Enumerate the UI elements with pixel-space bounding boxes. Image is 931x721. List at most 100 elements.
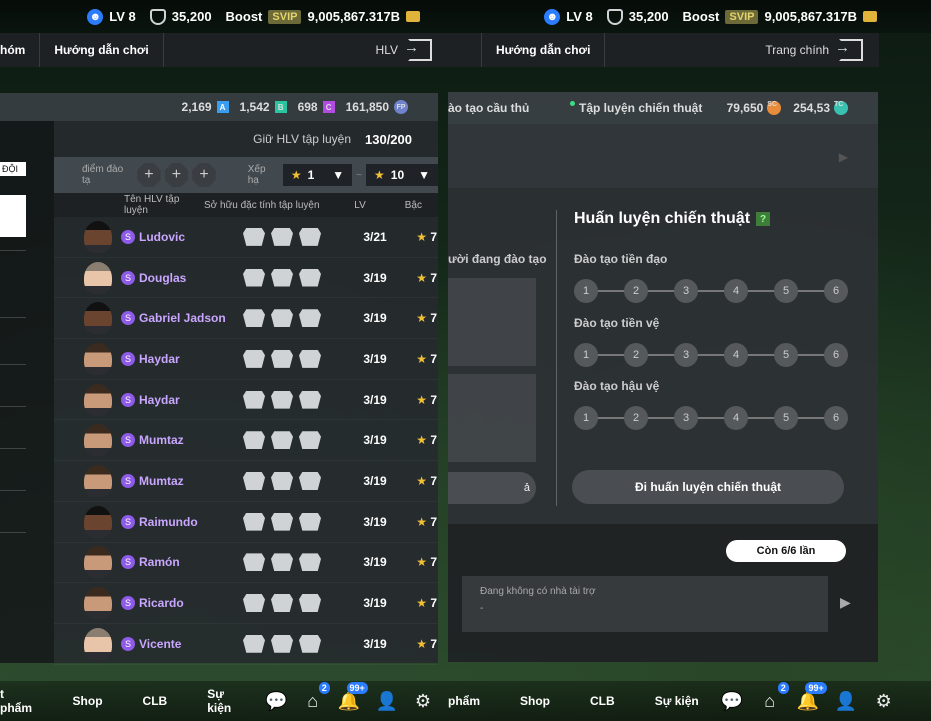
min-star-select[interactable]: ★ 1 ▼ xyxy=(282,164,353,186)
bell-icon[interactable]: 🔔 99+ xyxy=(338,682,368,712)
tab-tactical-training[interactable]: Tập luyện chiến thuật xyxy=(570,101,702,115)
track-step[interactable]: 3 xyxy=(674,343,698,367)
table-row[interactable]: S Douglas 3/19 ★ 7 xyxy=(54,258,438,299)
trait-icon xyxy=(243,390,265,409)
user-icon[interactable]: 👤 xyxy=(835,690,857,712)
table-row[interactable]: S Haydar 3/19 ★ 7 xyxy=(54,380,438,421)
track-label: Đào tạo tiền vệ xyxy=(574,316,660,330)
track-step[interactable]: 1 xyxy=(574,279,598,303)
remaining-count-button[interactable]: Còn 6/6 lần xyxy=(726,540,846,562)
table-row[interactable]: S Ludovic 3/21 ★ 7 xyxy=(54,217,438,258)
trait-icons xyxy=(243,634,353,653)
track-step[interactable]: 2 xyxy=(624,279,648,303)
tab-guide[interactable]: Hướng dẫn chơi xyxy=(40,33,164,67)
coach-level: 3/19 xyxy=(363,270,387,285)
home-icon[interactable]: ⌂ 2 xyxy=(759,682,789,712)
trait-icons xyxy=(243,268,353,287)
chat-icon[interactable]: 💬 xyxy=(265,690,287,712)
table-row[interactable]: S Mumtaz 3/19 ★ 7 xyxy=(54,461,438,502)
sponsor-box[interactable]: Đang không có nhà tài trợ - xyxy=(462,576,828,632)
chevron-right-icon[interactable]: ▶ xyxy=(839,150,848,164)
tab-player-training[interactable]: ào tạo cầu thủ xyxy=(448,101,570,115)
s-grade-icon: S xyxy=(121,392,135,407)
track-step[interactable]: 5 xyxy=(774,406,798,430)
table-row[interactable]: S Raimundo 3/19 ★ 7 xyxy=(54,502,438,543)
tab-partial[interactable]: hóm xyxy=(0,33,41,67)
track-step[interactable]: 1 xyxy=(574,406,598,430)
add-filter-button-1[interactable]: + xyxy=(137,163,161,187)
chevron-down-icon: ▼ xyxy=(332,168,345,182)
tab-partial[interactable] xyxy=(448,33,482,67)
gear-icon[interactable]: ⚙ xyxy=(414,690,432,712)
track-step[interactable]: 2 xyxy=(624,343,648,367)
table-row[interactable]: S Ricardo 3/19 ★ 7 xyxy=(54,583,438,624)
bell-icon[interactable]: 🔔 99+ xyxy=(797,682,827,712)
track-step[interactable]: 4 xyxy=(724,343,748,367)
add-filter-button-3[interactable]: + xyxy=(192,163,216,187)
star-icon: ★ xyxy=(416,270,431,285)
coach-grade: ★ 7 xyxy=(416,270,437,285)
track-step[interactable]: 3 xyxy=(674,279,698,303)
track-step[interactable]: 1 xyxy=(574,343,598,367)
coach-grade: ★ 7 xyxy=(416,473,437,488)
nav-item-shop[interactable]: Shop xyxy=(520,694,550,708)
coach-level: 3/19 xyxy=(363,555,387,570)
table-row[interactable]: S Mumtaz 3/19 ★ 7 xyxy=(54,420,438,462)
start-tactical-training-button[interactable]: Đi huấn luyện chiến thuật xyxy=(572,470,844,504)
trait-icon xyxy=(271,431,293,450)
trainee-slot-2[interactable] xyxy=(448,374,536,462)
trait-icons xyxy=(243,227,353,246)
track-step[interactable]: 4 xyxy=(724,406,748,430)
avatar xyxy=(84,505,112,538)
strip-box[interactable] xyxy=(0,195,26,237)
exit-icon[interactable] xyxy=(404,39,432,61)
trainee-slot-1[interactable] xyxy=(448,278,536,366)
trait-icon xyxy=(299,634,321,653)
avatar xyxy=(84,383,112,416)
track-step[interactable]: 6 xyxy=(824,343,848,367)
nav-item-clb[interactable]: CLB xyxy=(143,694,168,708)
track-step[interactable]: 3 xyxy=(674,406,698,430)
nav-item-shop[interactable]: Shop xyxy=(73,694,103,708)
star-icon: ★ xyxy=(416,636,431,651)
table-row[interactable]: S Gabriel Jadson 3/19 ★ 7 xyxy=(54,298,438,340)
exit-icon[interactable] xyxy=(835,39,863,61)
star-icon: ★ xyxy=(416,433,431,448)
track-step[interactable]: 5 xyxy=(774,343,798,367)
active-dot-icon xyxy=(570,101,575,106)
user-icon[interactable]: 👤 xyxy=(376,690,398,712)
coach-level: 3/19 xyxy=(363,433,387,448)
track-step[interactable]: 4 xyxy=(724,279,748,303)
nav-item-products[interactable]: t phẩm xyxy=(0,687,33,715)
table-row[interactable]: S Ramón 3/19 ★ 7 xyxy=(54,543,438,584)
range-dash: ~ xyxy=(356,169,362,181)
nav-item-products[interactable]: phẩm xyxy=(448,694,480,708)
tab-guide[interactable]: Hướng dẫn chơi xyxy=(482,33,606,67)
trait-icons xyxy=(243,512,353,531)
chevron-right-icon[interactable]: ▶ xyxy=(840,594,851,611)
avatar xyxy=(84,627,112,660)
add-filter-button-2[interactable]: + xyxy=(164,163,189,187)
table-row[interactable]: S Vicente 3/19 ★ 7 xyxy=(54,624,438,665)
table-row[interactable]: S Haydar 3/19 ★ 7 xyxy=(54,339,438,380)
home-icon[interactable]: ⌂ 2 xyxy=(304,682,330,712)
help-icon[interactable]: ? xyxy=(756,212,771,226)
currency-bar: ☻ LV 8 35,200 Boost SVIP 9,005,867.317B xyxy=(448,0,931,33)
trainee-button[interactable]: ả xyxy=(448,472,536,504)
nav-item-events[interactable]: Sự kiện xyxy=(207,687,243,715)
nav-item-clb[interactable]: CLB xyxy=(590,694,615,708)
trait-icon xyxy=(271,349,293,368)
track-step[interactable]: 2 xyxy=(624,406,648,430)
s-grade-icon: S xyxy=(121,636,135,651)
gold-icon xyxy=(863,11,877,22)
gear-icon[interactable]: ⚙ xyxy=(873,690,895,712)
track-step[interactable]: 6 xyxy=(824,279,848,303)
star-icon: ★ xyxy=(416,229,431,244)
track-step[interactable]: 6 xyxy=(824,406,848,430)
max-star-select[interactable]: ★ 10 ▼ xyxy=(366,164,439,186)
nav-item-events[interactable]: Sự kiện xyxy=(655,694,699,708)
points-filter-label: điểm đào tạ xyxy=(82,164,124,186)
chat-icon[interactable]: 💬 xyxy=(721,690,743,712)
track-step[interactable]: 5 xyxy=(774,279,798,303)
star-icon: ★ xyxy=(416,514,431,529)
